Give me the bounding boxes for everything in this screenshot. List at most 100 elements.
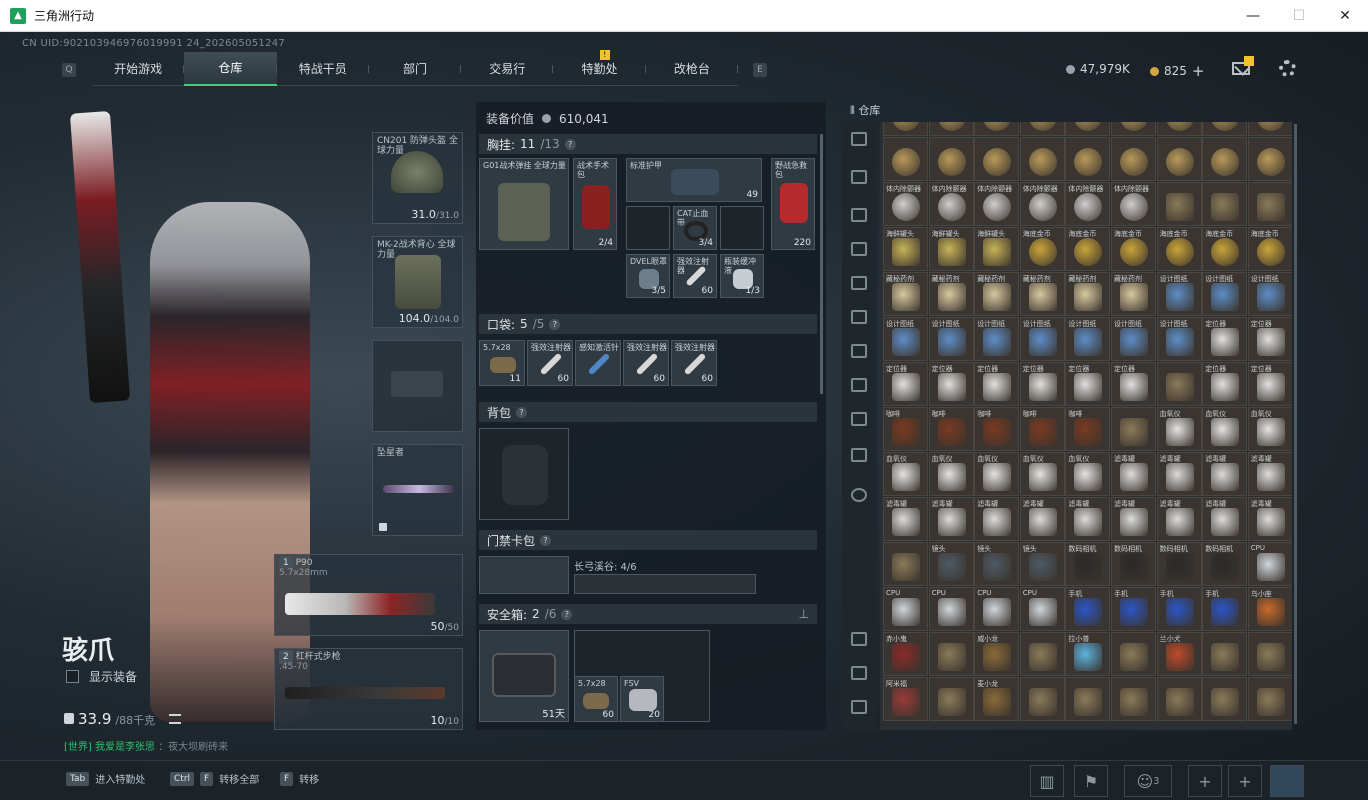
flag-icon[interactable]: ⚑ xyxy=(1074,765,1108,797)
warehouse-item[interactable]: 海底金币 xyxy=(1247,227,1292,271)
warehouse-item[interactable] xyxy=(1111,407,1156,451)
armor-slot[interactable]: MK-2战术背心 全球力量 104.0/104.0 xyxy=(372,236,463,328)
warehouse-item[interactable]: 海底金币 xyxy=(1156,227,1202,271)
warehouse-item[interactable] xyxy=(883,137,928,181)
show-gear-toggle[interactable]: 显示装备 xyxy=(66,668,137,685)
warehouse-item[interactable]: 海鲜罐头 xyxy=(928,227,974,271)
nav-next-key[interactable]: E xyxy=(753,63,767,77)
warehouse-item[interactable]: 海底金币 xyxy=(1065,227,1111,271)
warehouse-item[interactable]: 咖啡 xyxy=(928,407,974,451)
warehouse-item[interactable]: 血氧仪 xyxy=(883,452,928,496)
warehouse-item[interactable]: 拉小普 xyxy=(1065,632,1111,676)
warehouse-item[interactable]: 设计图纸 xyxy=(928,317,974,361)
tab-iv-icon[interactable] xyxy=(851,310,867,324)
warehouse-item[interactable]: 定位器 xyxy=(1247,317,1292,361)
warehouse-item[interactable]: 手机 xyxy=(1111,587,1156,631)
pocket-item[interactable]: 强效注射器 60 xyxy=(671,340,717,386)
warehouse-item[interactable] xyxy=(1247,137,1292,181)
warehouse-item[interactable]: 体内除颤器 xyxy=(974,182,1020,226)
warehouse-item[interactable] xyxy=(1156,182,1202,226)
pocket-item[interactable]: 5.7x28 11 xyxy=(479,340,525,386)
rig-item[interactable]: 瓶装缓冲液 1/3 xyxy=(720,254,764,298)
help-icon[interactable]: ? xyxy=(549,318,561,330)
warehouse-item[interactable] xyxy=(1065,137,1111,181)
warehouse-item[interactable]: 定位器 xyxy=(1019,362,1065,406)
warehouse-item[interactable]: 藏秘药剂 xyxy=(1019,272,1065,316)
warehouse-item[interactable]: 数码相机 xyxy=(1065,542,1111,586)
warehouse-item[interactable] xyxy=(1019,677,1065,721)
warehouse-item[interactable] xyxy=(1247,182,1292,226)
warehouse-item[interactable] xyxy=(1156,137,1202,181)
warehouse-item[interactable]: 滤毒罐 xyxy=(928,497,974,541)
warehouse-item[interactable]: 镜头 xyxy=(974,542,1020,586)
warehouse-item[interactable] xyxy=(1202,182,1248,226)
warehouse-item[interactable]: 手机 xyxy=(1202,587,1248,631)
warehouse-item[interactable]: 藏秘药剂 xyxy=(1065,272,1111,316)
add-friend-slot-button[interactable]: + xyxy=(1228,765,1262,797)
warehouse-item[interactable] xyxy=(1202,677,1248,721)
warehouse-item[interactable] xyxy=(1111,122,1156,136)
warehouse-item[interactable]: 定位器 xyxy=(883,362,928,406)
rig-item[interactable]: CAT止血带 3/4 xyxy=(673,206,717,250)
tab-v-icon[interactable] xyxy=(851,344,867,358)
warehouse-item[interactable]: 滤毒罐 xyxy=(883,497,928,541)
tab-operators[interactable]: 特战干员 xyxy=(277,52,370,86)
warehouse-item[interactable] xyxy=(1247,632,1292,676)
warehouse-item[interactable]: 设计图纸 xyxy=(1202,272,1248,316)
pin-icon[interactable]: ⊥ xyxy=(799,607,809,621)
store-icon[interactable] xyxy=(851,632,867,646)
warehouse-item[interactable] xyxy=(1247,122,1292,136)
warehouse-item[interactable] xyxy=(1019,137,1065,181)
warehouse-item[interactable]: 手机 xyxy=(1156,587,1202,631)
primary-weapon-slot[interactable]: 1 P90 5.7x28mm 50/50 xyxy=(274,554,463,636)
warehouse-item[interactable] xyxy=(1202,137,1248,181)
tab-iii-icon[interactable] xyxy=(851,276,867,290)
warehouse-item[interactable]: 滤毒罐 xyxy=(1111,452,1156,496)
warehouse-item[interactable]: 设计图纸 xyxy=(1111,317,1156,361)
warehouse-item[interactable]: 海鲜罐头 xyxy=(883,227,928,271)
warehouse-item[interactable]: 海鲜罐头 xyxy=(974,227,1020,271)
help-icon[interactable]: ? xyxy=(561,608,573,620)
warehouse-item[interactable] xyxy=(928,677,974,721)
gear-icon[interactable] xyxy=(851,488,867,502)
warehouse-item[interactable] xyxy=(1202,632,1248,676)
warehouse-item[interactable]: 滤毒罐 xyxy=(974,497,1020,541)
maximize-button[interactable]: ☐ xyxy=(1276,0,1322,32)
help-icon[interactable]: ? xyxy=(564,138,576,150)
warehouse-item[interactable]: 滤毒罐 xyxy=(1065,497,1111,541)
pocket-item[interactable]: 强效注射器 60 xyxy=(527,340,573,386)
warehouse-item[interactable] xyxy=(974,122,1020,136)
warehouse-item[interactable]: 滤毒罐 xyxy=(1111,497,1156,541)
warehouse-item[interactable] xyxy=(974,137,1020,181)
warehouse-item[interactable]: 藏秘药剂 xyxy=(1111,272,1156,316)
warehouse-item[interactable]: 血氧仪 xyxy=(974,452,1020,496)
team-button[interactable]: ☺ 3 xyxy=(1124,765,1172,797)
add-friend-slot-button[interactable]: + xyxy=(1188,765,1222,797)
list-icon[interactable] xyxy=(169,714,182,724)
warehouse-item[interactable]: 镜头 xyxy=(1019,542,1065,586)
tab-department[interactable]: 部门 xyxy=(369,52,462,86)
warehouse-item[interactable]: CPU xyxy=(1019,587,1065,631)
tab-grid-icon[interactable] xyxy=(851,412,867,426)
warehouse-item[interactable] xyxy=(1247,677,1292,721)
enter-special-ops-hint[interactable]: Tab 进入特勤处 xyxy=(66,771,145,786)
warehouse-item[interactable]: 滤毒罐 xyxy=(1019,497,1065,541)
safebox-item[interactable]: 5.7x28 60 xyxy=(574,676,618,722)
warehouse-item[interactable]: 设计图纸 xyxy=(1156,317,1202,361)
rig-item[interactable]: 标准护甲 49 xyxy=(626,158,762,202)
warehouse-item[interactable] xyxy=(1111,632,1156,676)
warehouse-item[interactable]: 咖啡 xyxy=(1019,407,1065,451)
tab-special-ops[interactable]: 特勤处 ! xyxy=(553,49,646,86)
warehouse-item[interactable]: 兰小犬 xyxy=(1156,632,1202,676)
add-currency-button[interactable]: + xyxy=(1192,62,1205,80)
tab-gunsmith[interactable]: 改枪台 xyxy=(646,52,739,86)
warehouse-item[interactable] xyxy=(883,542,928,586)
warehouse-item[interactable]: 体内除颤器 xyxy=(883,182,928,226)
warehouse-item[interactable]: 威小龙 xyxy=(974,632,1020,676)
warehouse-item[interactable]: 滤毒罐 xyxy=(1202,497,1248,541)
warehouse-item[interactable]: 滤毒罐 xyxy=(1156,497,1202,541)
rig-item[interactable]: 战术手术包 2/4 xyxy=(573,158,617,250)
tab-warehouse[interactable]: 仓库 xyxy=(184,51,277,86)
warehouse-item[interactable]: 藏秘药剂 xyxy=(928,272,974,316)
warehouse-scrollbar[interactable] xyxy=(1294,124,1297,724)
